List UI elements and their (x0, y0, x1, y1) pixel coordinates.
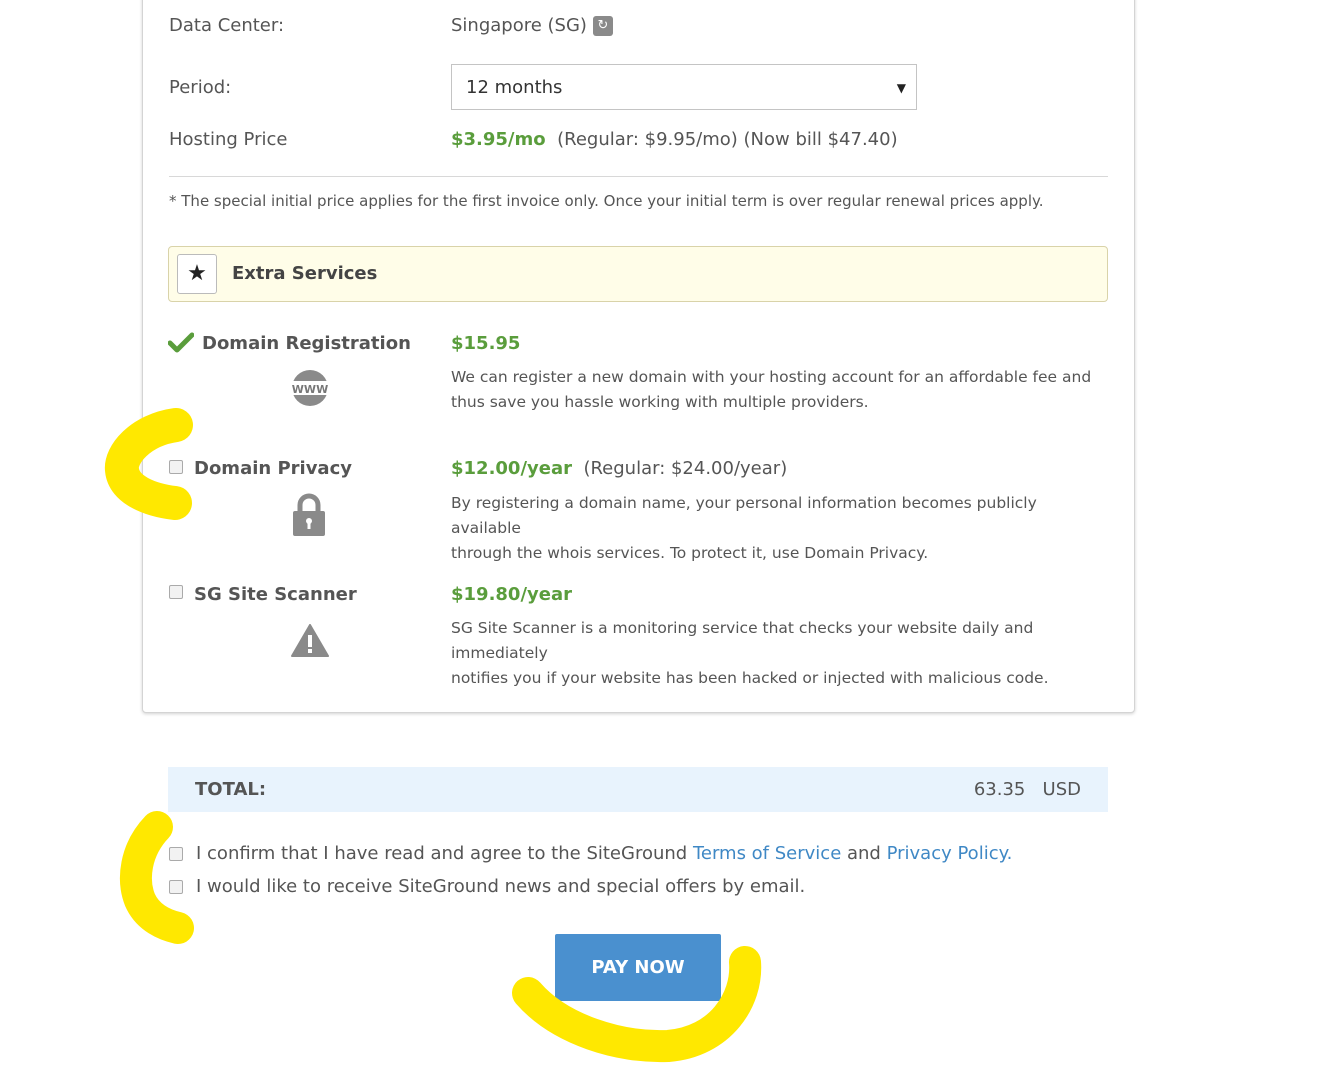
data-center-label: Data Center: (169, 15, 285, 36)
total-bar: TOTAL: 63.35 USD (168, 767, 1108, 812)
hosting-price-label: Hosting Price (169, 129, 288, 150)
hosting-price-regular: (Regular: $9.95/mo) (Now bill $47.40) (557, 129, 898, 150)
site-scanner-desc-line2: notifies you if your website has been ha… (451, 669, 1049, 687)
lock-icon (293, 493, 325, 536)
dropdown-arrow-icon: ▼ (896, 81, 906, 95)
hosting-price-amount: $3.95/mo (451, 129, 546, 150)
terms-of-service-link[interactable]: Terms of Service (693, 843, 841, 864)
domain-registration-name: Domain Registration (202, 333, 411, 354)
domain-registration-desc-line1: We can register a new domain with your h… (451, 368, 1092, 386)
divider (169, 176, 1108, 177)
star-icon: ★ (177, 254, 217, 294)
total-label: TOTAL: (195, 779, 267, 800)
refresh-icon[interactable]: ↻ (592, 16, 613, 36)
terms-and: and (841, 843, 887, 864)
terms-agreement: I confirm that I have read and agree to … (196, 843, 1012, 864)
site-scanner-price: $19.80/year (451, 584, 572, 605)
domain-privacy-desc-line2: through the whois services. To protect i… (451, 544, 929, 562)
period-select[interactable]: 12 months ▼ (451, 64, 917, 110)
domain-privacy-desc-line1: By registering a domain name, your perso… (451, 494, 1037, 537)
domain-registration-description: We can register a new domain with your h… (451, 365, 1111, 415)
www-icon-text: WWW (292, 383, 328, 396)
data-center-value: Singapore (SG) ↻ (451, 15, 613, 36)
period-selected-value: 12 months (466, 77, 563, 98)
site-scanner-desc-line1: SG Site Scanner is a monitoring service … (451, 619, 1034, 662)
terms-checkbox[interactable] (169, 847, 183, 861)
pay-now-button[interactable]: PAY NOW (555, 934, 721, 1001)
domain-privacy-price: $12.00/year (451, 458, 572, 479)
extra-services-header: ★ Extra Services (168, 246, 1108, 302)
highlight-stroke-agreements (119, 811, 194, 944)
newsletter-checkbox[interactable] (169, 880, 183, 894)
checkmark-icon[interactable] (168, 332, 194, 354)
total-amount: 63.35 (973, 779, 1026, 800)
site-scanner-description: SG Site Scanner is a monitoring service … (451, 616, 1131, 691)
domain-registration-desc-line2: thus save you hassle working with multip… (451, 393, 869, 411)
domain-privacy-price-line: $12.00/year (Regular: $24.00/year) (451, 458, 787, 479)
domain-registration-price: $15.95 (451, 333, 521, 354)
total-currency: USD (1042, 779, 1081, 800)
warning-icon (291, 624, 329, 657)
hosting-price-value: $3.95/mo (Regular: $9.95/mo) (Now bill $… (451, 129, 898, 150)
newsletter-label: I would like to receive SiteGround news … (196, 876, 806, 897)
domain-privacy-description: By registering a domain name, your perso… (451, 491, 1111, 566)
site-scanner-checkbox[interactable] (169, 585, 183, 599)
terms-prefix: I confirm that I have read and agree to … (196, 843, 693, 864)
privacy-policy-link[interactable]: Privacy Policy. (887, 843, 1013, 864)
total-value: 63.35 USD (974, 779, 1081, 800)
domain-privacy-name: Domain Privacy (194, 458, 352, 479)
www-icon: WWW (291, 370, 329, 406)
site-scanner-name: SG Site Scanner (194, 584, 357, 605)
period-label: Period: (169, 77, 232, 98)
domain-privacy-checkbox[interactable] (169, 460, 183, 474)
extra-services-title: Extra Services (232, 263, 378, 284)
pricing-note: * The special initial price applies for … (169, 192, 1044, 210)
data-center-text: Singapore (SG) (451, 15, 587, 36)
domain-privacy-regular: (Regular: $24.00/year) (583, 458, 788, 479)
